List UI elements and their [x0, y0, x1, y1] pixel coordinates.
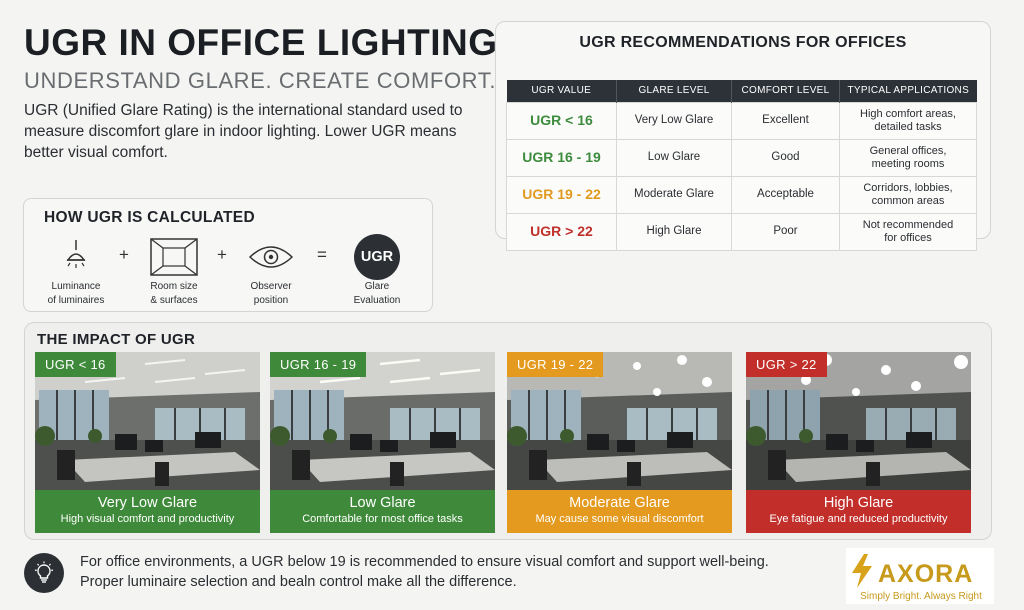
application-line1: High comfort areas, [860, 107, 956, 120]
recommendations-title: UGR RECOMMENDATIONS FOR OFFICES [579, 34, 907, 51]
lightbulb-icon [24, 553, 64, 593]
comfort-level: Acceptable [731, 175, 840, 214]
glare-level: Low Glare [616, 138, 732, 177]
factor-luminance-line1: Luminance [51, 281, 101, 292]
brand-logo: AXORA Simply Bright. Always Right [846, 548, 994, 604]
impact-panel: THE IMPACT OF UGR UGR < 16 Very Low Glar… [24, 322, 992, 540]
recommendations-table: UGR VALUE GLARE LEVEL COMFORT LEVEL TYPI… [506, 80, 977, 251]
card-footer: Low Glare Comfortable for most office ta… [270, 490, 495, 533]
comfort-level: Good [731, 138, 840, 177]
intro-text: UGR (Unified Glare Rating) is the intern… [24, 102, 463, 161]
table-header-row: UGR VALUE GLARE LEVEL COMFORT LEVEL TYPI… [506, 80, 977, 102]
application-line1: Corridors, lobbies, [863, 181, 953, 194]
factor-room-line1: Room size [150, 281, 198, 292]
application-line1: General offices, [869, 144, 947, 157]
col-header-applications: TYPICAL APPLICATIONS [839, 80, 977, 102]
page-subtitle: UNDERSTAND GLARE. CREATE COMFORT. [24, 68, 497, 93]
eye-icon [248, 246, 294, 268]
table-row: UGR > 22 High Glare Poor Not recommended… [506, 212, 977, 251]
factor-observer-line2: position [253, 295, 289, 306]
note-line2: Proper luminaire selection and bealn con… [80, 574, 517, 590]
typical-application: High comfort areas, detailed tasks [839, 101, 977, 140]
factor-room-line2: & surfaces [150, 295, 198, 306]
impact-card-high: UGR > 22 High Glare Eye fatigue and redu… [746, 352, 971, 533]
glare-level: High Glare [616, 212, 732, 251]
page-title: UGR IN OFFICE LIGHTING [24, 22, 498, 63]
brand-tagline: Simply Bright. Always Right [860, 591, 982, 602]
card-description: High visual comfort and productivity [60, 513, 235, 525]
comfort-level: Poor [731, 212, 840, 251]
typical-application: Corridors, lobbies, common areas [839, 175, 977, 214]
application-line2: meeting rooms [871, 157, 945, 170]
equals-sign: = [317, 245, 327, 264]
ugr-tag: UGR 19 - 22 [507, 352, 604, 377]
ugr-tag: UGR < 16 [35, 352, 116, 377]
brand-name: AXORA [878, 560, 974, 588]
calculation-title: HOW UGR IS CALCULATED [44, 209, 255, 226]
factor-result: UGR Glare Evaluation [332, 234, 422, 307]
card-heading: Very Low Glare [97, 495, 198, 511]
card-footer: High Glare Eye fatigue and reduced produ… [746, 490, 971, 533]
card-footer: Moderate Glare May cause some visual dis… [507, 490, 732, 533]
ugr-tag: UGR 16 - 19 [270, 352, 367, 377]
application-line2: detailed tasks [874, 120, 942, 133]
card-footer: Very Low Glare High visual comfort and p… [35, 490, 260, 533]
comfort-level: Excellent [731, 101, 840, 140]
table-row: UGR 19 - 22 Moderate Glare Acceptable Co… [506, 175, 977, 214]
impact-card-very-low: UGR < 16 Very Low Glare High visual comf… [35, 352, 260, 533]
note-line1: For office environments, a UGR below 19 … [80, 554, 769, 570]
ugr-badge: UGR [354, 234, 400, 280]
table-row: UGR 16 - 19 Low Glare Good General offic… [506, 138, 977, 177]
factor-luminance: Luminance of luminaires [31, 235, 121, 307]
card-heading: Moderate Glare [569, 495, 670, 511]
factor-room: Room size & surfaces [129, 235, 219, 307]
application-line2: for offices [884, 231, 932, 244]
card-description: Comfortable for most office tasks [302, 513, 463, 525]
room-box-icon [150, 238, 198, 276]
col-header-ugr-value: UGR VALUE [506, 80, 617, 102]
col-header-comfort-level: COMFORT LEVEL [731, 80, 840, 102]
lightning-bolt-icon [852, 554, 872, 588]
ugr-value: UGR < 16 [506, 101, 617, 140]
result-line2: Evaluation [353, 295, 401, 306]
glare-level: Very Low Glare [616, 101, 732, 140]
impact-card-moderate: UGR 19 - 22 Moderate Glare May cause som… [507, 352, 732, 533]
card-description: May cause some visual discomfort [535, 513, 704, 525]
ugr-value: UGR > 22 [506, 212, 617, 251]
recommendations-panel: UGR RECOMMENDATIONS FOR OFFICES UGR VALU… [495, 21, 991, 251]
impact-card-low: UGR 16 - 19 Low Glare Comfortable for mo… [270, 352, 495, 533]
plus-sign: + [119, 245, 129, 264]
recommendation-note: For office environments, a UGR below 19 … [80, 552, 800, 592]
ugr-value: UGR 16 - 19 [506, 138, 617, 177]
typical-application: General offices, meeting rooms [839, 138, 977, 177]
typical-application: Not recommended for offices [839, 212, 977, 251]
col-header-glare-level: GLARE LEVEL [616, 80, 732, 102]
application-line1: Not recommended [862, 218, 954, 231]
card-heading: Low Glare [349, 495, 416, 511]
card-description: Eye fatigue and reduced productivity [769, 513, 948, 525]
ugr-value: UGR 19 - 22 [506, 175, 617, 214]
application-line2: common areas [871, 194, 945, 207]
factor-observer: Observer position [226, 235, 316, 307]
ugr-tag: UGR > 22 [746, 352, 827, 377]
result-line1: Glare [364, 281, 390, 292]
table-row: UGR < 16 Very Low Glare Excellent High c… [506, 101, 977, 140]
calculation-panel: HOW UGR IS CALCULATED Luminance of lumin… [23, 198, 433, 312]
factor-observer-line1: Observer [250, 281, 292, 292]
impact-title: THE IMPACT OF UGR [37, 331, 196, 348]
card-heading: High Glare [823, 495, 894, 511]
glare-level: Moderate Glare [616, 175, 732, 214]
factor-luminance-line2: of luminaires [47, 295, 105, 306]
pendant-lamp-icon [66, 240, 86, 268]
